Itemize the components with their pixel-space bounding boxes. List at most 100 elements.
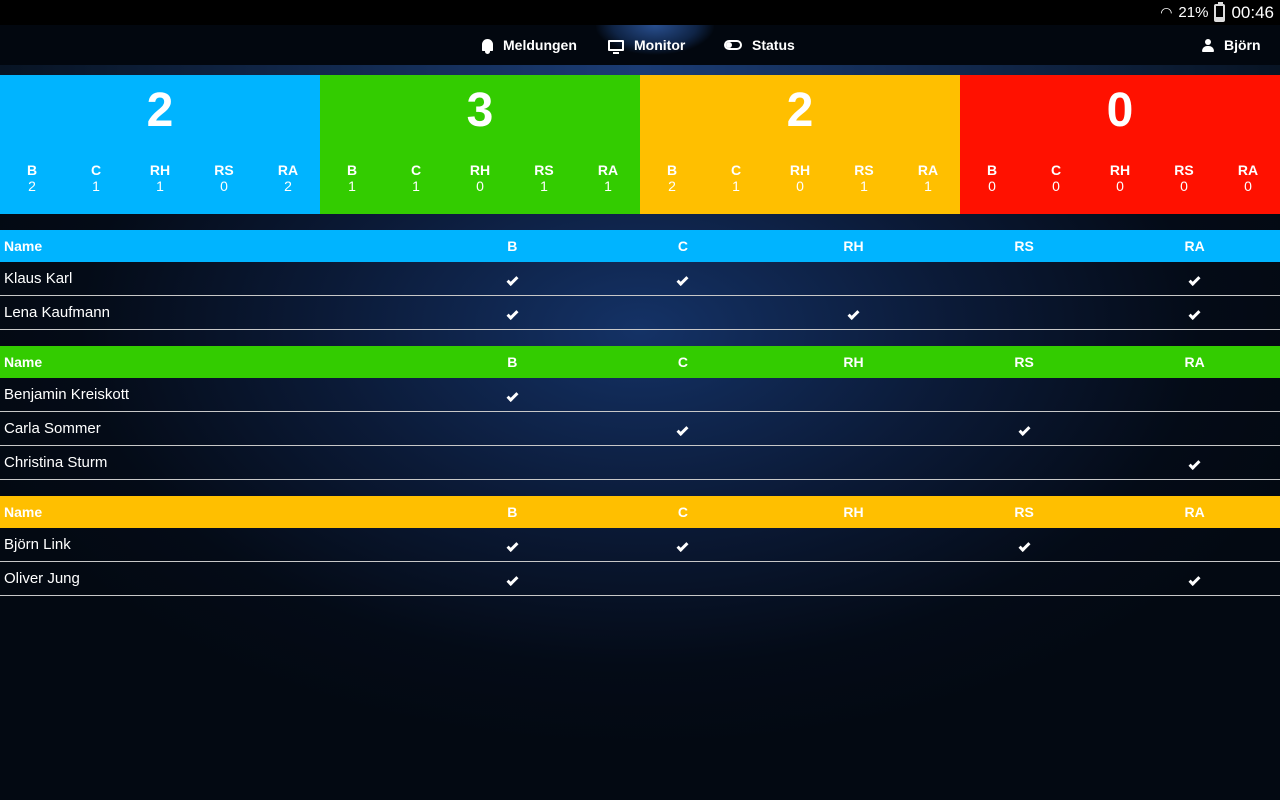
summary-stat: RH 0	[448, 162, 512, 194]
summary-stat: C1	[704, 162, 768, 194]
summary-stat: RS 1	[512, 162, 576, 194]
checkmark-icon	[1018, 423, 1031, 437]
summary-panel[interactable]: 2 B 2 C 1 RH 1 RS 0 RA 2	[0, 75, 320, 214]
nav-status[interactable]: Status	[712, 25, 807, 65]
column-header[interactable]: B	[427, 504, 598, 520]
summary-stat-label: RA	[917, 162, 939, 178]
check-cell	[1109, 304, 1280, 321]
summary-stat: C1	[384, 162, 448, 194]
summary-stat-label: C	[1050, 162, 1062, 178]
summary-stat-value: 0	[1244, 178, 1252, 194]
summary-stat-label: B	[26, 162, 38, 178]
group-table: Name B C RH RS RA Klaus Karl Lena Kaufmann	[0, 230, 1280, 330]
wifi-icon: ◠	[1160, 4, 1173, 20]
checkmark-icon	[676, 539, 689, 553]
checkmark-icon	[1188, 573, 1201, 587]
column-header[interactable]: RS	[939, 354, 1110, 370]
table-row[interactable]: Lena Kaufmann	[0, 296, 1280, 330]
column-header[interactable]: C	[598, 504, 769, 520]
user-icon	[1202, 39, 1214, 52]
summary-stat: RS 1	[832, 162, 896, 194]
column-header[interactable]: B	[427, 238, 598, 254]
check-cell	[768, 304, 939, 321]
table-row[interactable]: Christina Sturm	[0, 446, 1280, 480]
summary-stat-label: RA	[1237, 162, 1259, 178]
summary-stat-value: 0	[476, 178, 484, 194]
summary-stats: B 0 C 0 RH 0 RS 0 RA 0	[960, 162, 1280, 194]
summary-stat-label: RH	[149, 162, 171, 178]
user-menu[interactable]: Björn	[1190, 25, 1273, 65]
column-header[interactable]: RH	[768, 238, 939, 254]
nav-monitor[interactable]: Monitor	[596, 25, 714, 65]
monitor-icon	[608, 39, 624, 54]
summary-panel[interactable]: 0 B 0 C 0 RH 0 RS 0 RA 0	[960, 75, 1280, 214]
nav-meldungen-label: Meldungen	[503, 37, 577, 53]
summary-stat: RA 1	[576, 162, 640, 194]
summary-stat-label: RS	[1174, 162, 1194, 178]
table-row[interactable]: Björn Link	[0, 528, 1280, 562]
summary-stat-label: B	[986, 162, 998, 178]
column-header[interactable]: RS	[939, 504, 1110, 520]
table-row[interactable]: Benjamin Kreiskott	[0, 378, 1280, 412]
table-row[interactable]: Klaus Karl	[0, 262, 1280, 296]
table-row[interactable]: Carla Sommer	[0, 412, 1280, 446]
nav-monitor-label: Monitor	[634, 37, 686, 53]
person-name: Björn Link	[4, 536, 71, 553]
summary-stat: RH 0	[768, 162, 832, 194]
check-cell	[939, 420, 1110, 437]
summary-stat-label: RA	[597, 162, 619, 178]
summary-stat-label: RH	[469, 162, 491, 178]
column-header[interactable]: Name	[0, 354, 427, 370]
summary-panel[interactable]: 3 B 1 C 1 RH 0 RS 1 RA 1	[320, 75, 640, 214]
toggle-icon	[724, 40, 742, 50]
summary-stat-value: 0	[1116, 178, 1124, 194]
person-name: Carla Sommer	[4, 420, 101, 437]
summary-stat: B0	[960, 162, 1024, 194]
table-row[interactable]: Oliver Jung	[0, 562, 1280, 596]
group-table: Name B C RH RS RA Björn Link Oliver Jung	[0, 496, 1280, 596]
column-header[interactable]: RS	[939, 238, 1110, 254]
summary-stat: B1	[320, 162, 384, 194]
summary-stat-value: 2	[284, 178, 292, 194]
summary-stat-label: C	[90, 162, 102, 178]
column-header[interactable]: RA	[1109, 504, 1280, 520]
column-header[interactable]: C	[598, 354, 769, 370]
battery-icon	[1214, 1, 1226, 22]
summary-stat: B2	[640, 162, 704, 194]
check-cell	[427, 270, 598, 287]
summary-stat-label: RA	[277, 162, 299, 178]
column-header[interactable]: RH	[768, 354, 939, 370]
check-cell	[1109, 570, 1280, 587]
check-cell	[598, 536, 769, 553]
column-header[interactable]: RA	[1109, 238, 1280, 254]
person-name: Klaus Karl	[4, 270, 73, 287]
summary-stat: RA 2	[256, 162, 320, 194]
summary-stat-value: 2	[668, 178, 676, 194]
column-header[interactable]: Name	[0, 238, 427, 254]
check-cell	[598, 270, 769, 287]
nav-meldungen[interactable]: Meldungen	[470, 25, 589, 65]
check-cell	[427, 570, 598, 587]
summary-stat-label: RS	[534, 162, 554, 178]
summary-stat-value: 0	[1052, 178, 1060, 194]
summary-stat-value: 1	[156, 178, 164, 194]
summary-stat-label: RH	[1109, 162, 1131, 178]
summary-stat: RS 0	[1152, 162, 1216, 194]
check-cell	[939, 536, 1110, 553]
summary-stat: C0	[1024, 162, 1088, 194]
column-header[interactable]: RH	[768, 504, 939, 520]
column-header[interactable]: C	[598, 238, 769, 254]
summary-panel[interactable]: 2 B 2 C 1 RH 0 RS 1 RA 1	[640, 75, 960, 214]
column-header[interactable]: B	[427, 354, 598, 370]
table-header: Name B C RH RS RA	[0, 230, 1280, 262]
column-header[interactable]: RA	[1109, 354, 1280, 370]
summary-stat-label: C	[730, 162, 742, 178]
person-name: Christina Sturm	[4, 454, 108, 471]
column-header[interactable]: Name	[0, 504, 427, 520]
summary-stat-value: 2	[28, 178, 36, 194]
checkmark-icon	[676, 423, 689, 437]
checkmark-icon	[847, 307, 860, 321]
summary-stat: RA 0	[1216, 162, 1280, 194]
summary-stat-label: B	[666, 162, 678, 178]
summary-stat-value: 1	[412, 178, 420, 194]
